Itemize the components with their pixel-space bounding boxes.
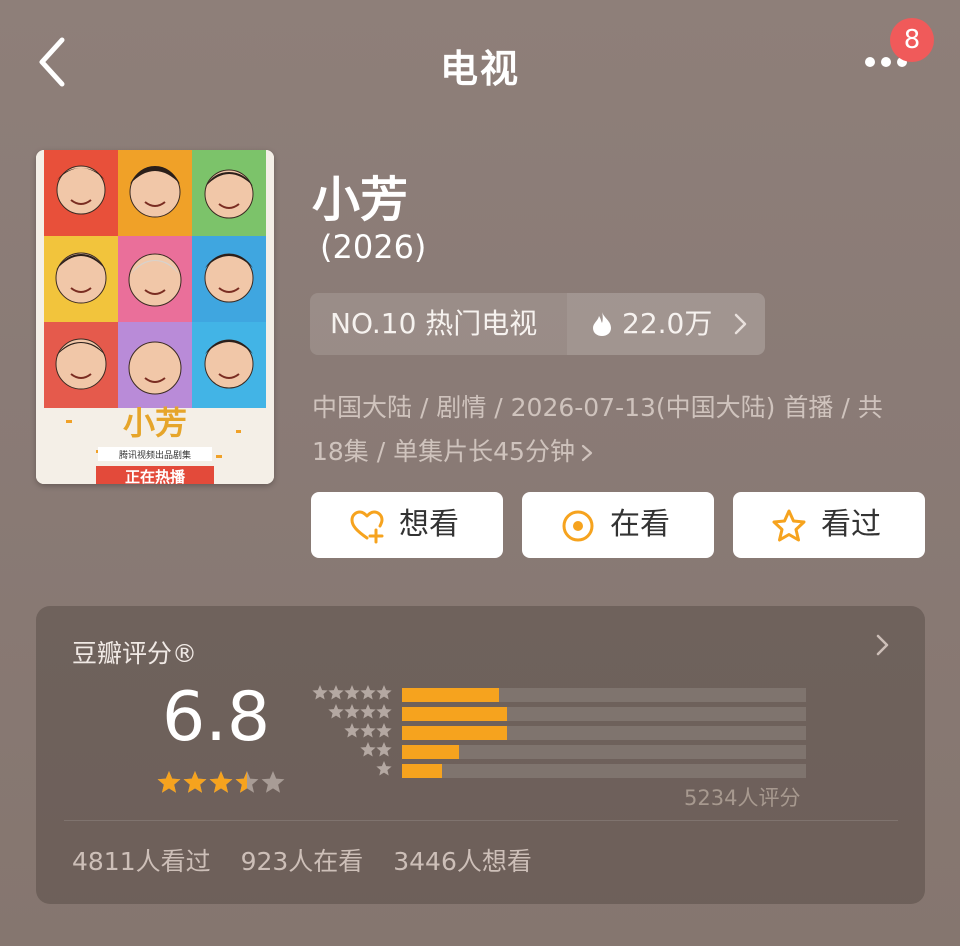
watching-count: 923人在看 — [240, 847, 364, 876]
show-info-line-2-text: 18集 / 单集片长45分钟 — [312, 437, 575, 466]
target-circle-icon — [562, 510, 594, 542]
want-to-watch-label: 想看 — [399, 507, 459, 542]
star-level-labels — [312, 685, 392, 776]
page-title: 电视 — [439, 47, 520, 91]
want-to-watch-button[interactable]: 想看 — [311, 492, 503, 558]
rating-score: 6.8 — [162, 678, 271, 757]
rating-bar-track — [402, 726, 806, 740]
watching-button[interactable]: 在看 — [522, 492, 714, 558]
watching-label: 在看 — [610, 507, 670, 542]
rating-star-filled — [157, 771, 181, 793]
chevron-right-icon — [734, 313, 747, 335]
star-level-icon — [312, 685, 328, 700]
star-level-icon — [344, 704, 360, 719]
poster-subtitle: 腾讯视频出品剧集 — [119, 449, 191, 461]
rating-bar-fill — [402, 764, 442, 778]
watched-button[interactable]: 看过 — [733, 492, 925, 558]
rating-bar-track — [402, 764, 806, 778]
star-level-icon — [376, 704, 392, 719]
star-level-icon — [328, 704, 344, 719]
star-level-icon — [344, 723, 360, 738]
star-level-icon — [360, 742, 376, 757]
rating-count: 5234人评分 — [684, 786, 801, 810]
rating-bar-track — [402, 688, 806, 702]
rating-star-filled — [183, 771, 207, 793]
star-level-icon — [344, 685, 360, 700]
chevron-right-icon — [581, 444, 593, 462]
star-level-icon — [376, 685, 392, 700]
star-outline-icon — [772, 509, 806, 542]
chevron-right-icon[interactable] — [876, 634, 890, 656]
rating-stars — [157, 771, 285, 793]
show-info-line-2[interactable]: 18集 / 单集片长45分钟 — [312, 432, 593, 468]
want-count: 3446人想看 — [393, 847, 532, 876]
rating-star-filled — [209, 771, 233, 793]
audience-stats: 4811人看过 923人在看 3446人想看 — [72, 842, 554, 878]
poster-image: 小芳 腾讯视频出品剧集 正在热播 — [36, 150, 274, 484]
rating-title: 豆瓣评分® — [72, 639, 198, 668]
rating-distribution — [402, 688, 806, 782]
heart-plus-icon — [350, 510, 384, 544]
show-info-line-1: 中国大陆 / 剧情 / 2026-07-13(中国大陆) 首播 / 共 — [312, 393, 883, 422]
rating-bar-fill — [402, 745, 459, 759]
star-level-icon — [376, 742, 392, 757]
star-level-icon — [376, 761, 392, 776]
rating-bar-track — [402, 745, 806, 759]
star-level-icon — [360, 723, 376, 738]
rating-bar-fill — [402, 707, 507, 721]
rating-card[interactable]: 豆瓣评分® 6.8 5234人评分 4811人看过 923人在看 3446人想看 — [36, 606, 925, 904]
rating-star — [261, 771, 285, 793]
heat-value: 22.0万 — [622, 307, 713, 340]
rank-label: NO.10 热门电视 — [330, 307, 538, 340]
rating-bar-track — [402, 707, 806, 721]
notification-badge: 8 — [890, 18, 934, 62]
show-poster[interactable]: 小芳 腾讯视频出品剧集 正在热播 — [36, 150, 274, 484]
poster-banner: 正在热播 — [125, 468, 186, 484]
show-year: (2026) — [320, 228, 427, 266]
flame-icon — [593, 312, 611, 336]
rating-bar-fill — [402, 688, 499, 702]
show-title: 小芳 — [312, 172, 409, 228]
watched-label: 看过 — [821, 507, 881, 542]
rating-bar-fill — [402, 726, 507, 740]
watched-count: 4811人看过 — [72, 847, 211, 876]
poster-title: 小芳 — [123, 405, 187, 441]
rank-chip[interactable]: NO.10 热门电视 22.0万 — [310, 293, 765, 355]
star-level-icon — [328, 685, 344, 700]
star-level-icon — [376, 723, 392, 738]
star-level-icon — [360, 704, 376, 719]
divider — [64, 820, 898, 821]
star-level-icon — [360, 685, 376, 700]
